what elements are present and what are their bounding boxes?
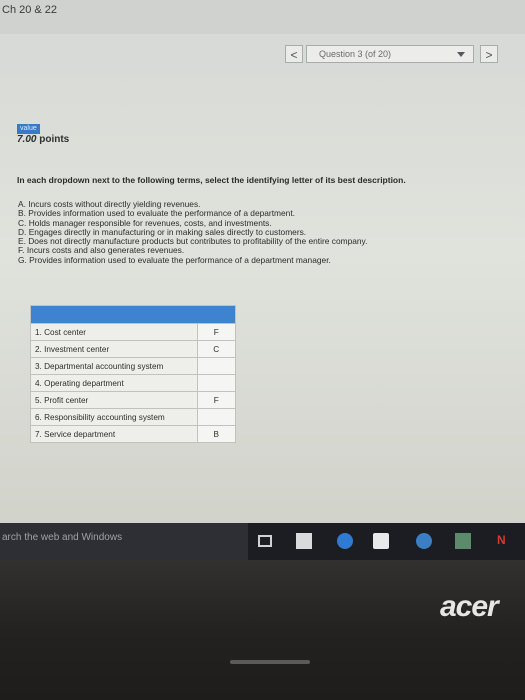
next-question-button[interactable]: >: [480, 45, 498, 63]
answer-dropdown[interactable]: B: [196, 425, 237, 443]
taskbar-search-input[interactable]: arch the web and Windows: [0, 523, 248, 560]
answer-dropdown[interactable]: [196, 408, 237, 426]
previous-question-button[interactable]: <: [285, 45, 303, 63]
answer-dropdown[interactable]: [196, 357, 237, 375]
app-n-icon[interactable]: N: [497, 533, 511, 547]
laptop-hinge: [230, 660, 310, 664]
acer-logo: acer: [440, 590, 499, 623]
question-instructions: In each dropdown next to the following t…: [17, 175, 406, 185]
table-row: 4. Operating department: [30, 374, 237, 392]
table-row: 1. Cost center F: [30, 323, 237, 341]
term-label: 3. Departmental accounting system: [30, 357, 198, 375]
answer-dropdown[interactable]: F: [196, 323, 237, 341]
option-g: G. Provides information used to evaluate…: [18, 254, 331, 265]
question-select[interactable]: Question 3 (of 20): [306, 45, 474, 63]
term-label: 5. Profit center: [30, 391, 198, 409]
internet-explorer-icon[interactable]: [416, 533, 432, 549]
screen: Ch 20 & 22 < Question 3 (of 20) > value …: [0, 0, 525, 560]
laptop-bezel: [0, 560, 525, 700]
term-label: 4. Operating department: [30, 374, 198, 392]
table-row: 6. Responsibility accounting system: [30, 408, 237, 426]
table-row: 2. Investment center C: [30, 340, 237, 358]
table-header: [30, 305, 236, 324]
term-label: 1. Cost center: [30, 323, 198, 341]
points-number: 7.00: [17, 134, 37, 145]
term-label: 7. Service department: [30, 425, 198, 443]
term-label: 2. Investment center: [30, 340, 198, 358]
table-row: 7. Service department B: [30, 425, 237, 443]
store-icon[interactable]: [373, 533, 389, 549]
browser-top-bar: Ch 20 & 22: [0, 0, 525, 34]
chevron-down-icon[interactable]: [457, 52, 465, 57]
app-icon[interactable]: [455, 533, 471, 549]
answer-dropdown[interactable]: C: [196, 340, 237, 358]
answer-dropdown[interactable]: F: [196, 391, 237, 409]
table-row: 5. Profit center F: [30, 391, 237, 409]
file-explorer-icon[interactable]: [296, 533, 312, 549]
points-unit: points: [39, 134, 70, 145]
term-match-table: 1. Cost center F 2. Investment center C …: [30, 305, 237, 443]
points-value: 7.00 points: [17, 134, 69, 145]
table-row: 3. Departmental accounting system: [30, 357, 237, 375]
question-select-label: Question 3 (of 20): [319, 49, 392, 59]
task-view-icon[interactable]: [258, 535, 272, 547]
answer-options-list: A. Incurs costs without directly yieldin…: [18, 199, 498, 265]
edge-icon[interactable]: [337, 533, 353, 549]
value-badge: value: [17, 124, 40, 134]
term-label: 6. Responsibility accounting system: [30, 408, 198, 426]
assignment-tab-title[interactable]: Ch 20 & 22: [2, 4, 57, 16]
answer-dropdown[interactable]: [196, 374, 237, 392]
